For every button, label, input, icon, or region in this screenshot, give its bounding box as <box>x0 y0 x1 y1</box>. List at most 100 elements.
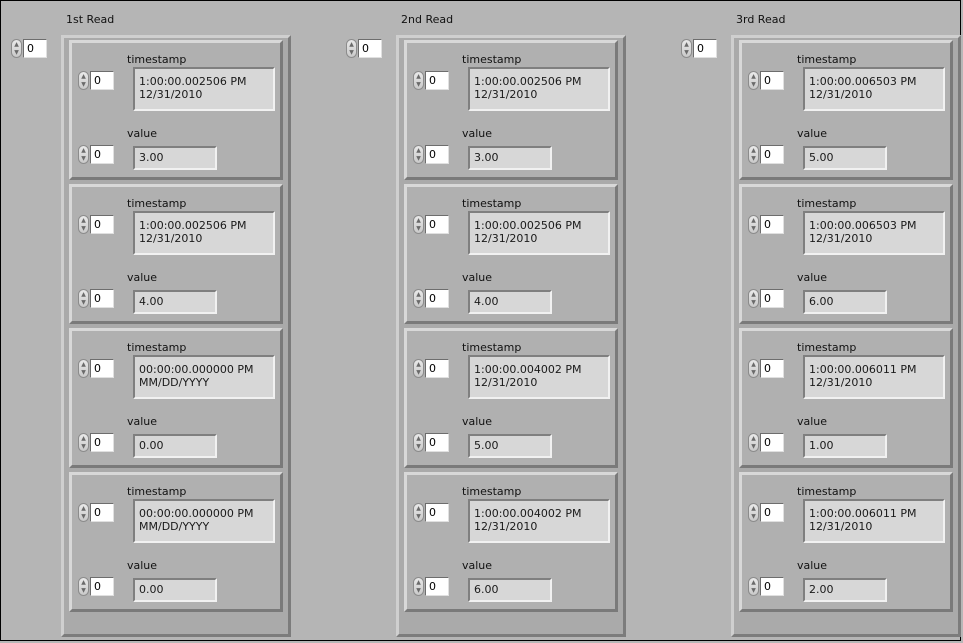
value-index-control[interactable]: ▲ ▼ 0 <box>748 432 784 453</box>
timestamp-label: timestamp <box>462 485 522 498</box>
increment-decrement-icon[interactable]: ▲ ▼ <box>681 39 692 58</box>
timestamp-time: 00:00:00.000000 PM <box>139 507 254 520</box>
column-title: 1st Read <box>66 13 115 26</box>
timestamp-index-control[interactable]: ▲ ▼ 0 <box>78 358 114 379</box>
value-index-value[interactable]: 0 <box>425 577 449 596</box>
increment-decrement-icon[interactable]: ▲ ▼ <box>78 289 89 308</box>
timestamp-time: 1:00:00.002506 PM <box>474 219 582 232</box>
increment-decrement-icon[interactable]: ▲ ▼ <box>748 503 759 522</box>
timestamp-label: timestamp <box>462 53 522 66</box>
timestamp-index-control[interactable]: ▲ ▼ 0 <box>413 358 449 379</box>
timestamp-index-value[interactable]: 0 <box>90 359 114 378</box>
value-index-control[interactable]: ▲ ▼ 0 <box>78 432 114 453</box>
increment-decrement-icon[interactable]: ▲ ▼ <box>748 71 759 90</box>
timestamp-index-control[interactable]: ▲ ▼ 0 <box>78 70 114 91</box>
increment-decrement-icon[interactable]: ▲ ▼ <box>413 433 424 452</box>
increment-decrement-icon[interactable]: ▲ ▼ <box>748 215 759 234</box>
array-index-control[interactable]: ▲ ▼ 0 <box>11 38 47 59</box>
timestamp-index-control[interactable]: ▲ ▼ 0 <box>78 502 114 523</box>
increment-decrement-icon[interactable]: ▲ ▼ <box>413 359 424 378</box>
timestamp-label: timestamp <box>127 197 187 210</box>
increment-decrement-icon[interactable]: ▲ ▼ <box>413 71 424 90</box>
value-index-value[interactable]: 0 <box>760 577 784 596</box>
value-index-value[interactable]: 0 <box>425 289 449 308</box>
timestamp-index-control[interactable]: ▲ ▼ 0 <box>748 70 784 91</box>
increment-decrement-icon[interactable]: ▲ ▼ <box>78 503 89 522</box>
value-index-control[interactable]: ▲ ▼ 0 <box>78 144 114 165</box>
timestamp-date: 12/31/2010 <box>809 376 873 389</box>
increment-decrement-icon[interactable]: ▲ ▼ <box>11 39 22 58</box>
value-index-control[interactable]: ▲ ▼ 0 <box>413 432 449 453</box>
array-index-value[interactable]: 0 <box>23 39 47 58</box>
array-index-value[interactable]: 0 <box>358 39 382 58</box>
value-index-value[interactable]: 0 <box>760 289 784 308</box>
value-index-control[interactable]: ▲ ▼ 0 <box>748 144 784 165</box>
timestamp-index-control[interactable]: ▲ ▼ 0 <box>748 214 784 235</box>
value-index-value[interactable]: 0 <box>760 433 784 452</box>
increment-decrement-icon[interactable]: ▲ ▼ <box>748 145 759 164</box>
increment-decrement-icon[interactable]: ▲ ▼ <box>413 215 424 234</box>
value-index-value[interactable]: 0 <box>90 289 114 308</box>
timestamp-index-value[interactable]: 0 <box>760 503 784 522</box>
value-index-value[interactable]: 0 <box>90 433 114 452</box>
value-index-value[interactable]: 0 <box>425 433 449 452</box>
increment-decrement-icon[interactable]: ▲ ▼ <box>413 289 424 308</box>
timestamp-index-control[interactable]: ▲ ▼ 0 <box>748 502 784 523</box>
value-indicator: 6.00 <box>803 290 887 314</box>
timestamp-index-control[interactable]: ▲ ▼ 0 <box>748 358 784 379</box>
timestamp-indicator: 1:00:00.002506 PM 12/31/2010 <box>468 67 610 111</box>
value-index-control[interactable]: ▲ ▼ 0 <box>748 288 784 309</box>
increment-decrement-icon[interactable]: ▲ ▼ <box>78 359 89 378</box>
array-index-control[interactable]: ▲ ▼ 0 <box>346 38 382 59</box>
timestamp-index-value[interactable]: 0 <box>90 503 114 522</box>
timestamp-label: timestamp <box>127 485 187 498</box>
array-index-control[interactable]: ▲ ▼ 0 <box>681 38 717 59</box>
increment-decrement-icon[interactable]: ▲ ▼ <box>748 433 759 452</box>
cluster-element: ▲ ▼ 0 timestamp 1:00:00.006011 PM 12/31/2… <box>739 328 953 468</box>
timestamp-index-value[interactable]: 0 <box>760 359 784 378</box>
value-index-control[interactable]: ▲ ▼ 0 <box>748 576 784 597</box>
value-index-value[interactable]: 0 <box>90 577 114 596</box>
increment-decrement-icon[interactable]: ▲ ▼ <box>78 433 89 452</box>
increment-decrement-icon[interactable]: ▲ ▼ <box>413 503 424 522</box>
increment-decrement-icon[interactable]: ▲ ▼ <box>78 145 89 164</box>
column-title: 3rd Read <box>736 13 786 26</box>
timestamp-label: timestamp <box>797 485 857 498</box>
timestamp-index-control[interactable]: ▲ ▼ 0 <box>413 70 449 91</box>
timestamp-time: 1:00:00.006011 PM <box>809 507 917 520</box>
timestamp-date: 12/31/2010 <box>809 232 873 245</box>
value-index-value[interactable]: 0 <box>90 145 114 164</box>
timestamp-label: timestamp <box>797 341 857 354</box>
timestamp-index-value[interactable]: 0 <box>425 359 449 378</box>
value-index-control[interactable]: ▲ ▼ 0 <box>413 288 449 309</box>
increment-decrement-icon[interactable]: ▲ ▼ <box>78 215 89 234</box>
value-index-control[interactable]: ▲ ▼ 0 <box>78 576 114 597</box>
timestamp-index-value[interactable]: 0 <box>760 215 784 234</box>
timestamp-index-value[interactable]: 0 <box>425 71 449 90</box>
timestamp-index-value[interactable]: 0 <box>90 71 114 90</box>
increment-decrement-icon[interactable]: ▲ ▼ <box>413 577 424 596</box>
column-title: 2nd Read <box>401 13 454 26</box>
increment-decrement-icon[interactable]: ▲ ▼ <box>748 359 759 378</box>
value-index-value[interactable]: 0 <box>425 145 449 164</box>
increment-decrement-icon[interactable]: ▲ ▼ <box>346 39 357 58</box>
value-index-control[interactable]: ▲ ▼ 0 <box>78 288 114 309</box>
timestamp-index-value[interactable]: 0 <box>425 503 449 522</box>
value-index-control[interactable]: ▲ ▼ 0 <box>413 576 449 597</box>
increment-decrement-icon[interactable]: ▲ ▼ <box>78 577 89 596</box>
increment-decrement-icon[interactable]: ▲ ▼ <box>78 71 89 90</box>
value-index-control[interactable]: ▲ ▼ 0 <box>413 144 449 165</box>
value-index-value[interactable]: 0 <box>760 145 784 164</box>
timestamp-index-control[interactable]: ▲ ▼ 0 <box>78 214 114 235</box>
value-label: value <box>127 271 158 284</box>
timestamp-index-value[interactable]: 0 <box>760 71 784 90</box>
increment-decrement-icon[interactable]: ▲ ▼ <box>748 577 759 596</box>
increment-decrement-icon[interactable]: ▲ ▼ <box>748 289 759 308</box>
timestamp-index-control[interactable]: ▲ ▼ 0 <box>413 214 449 235</box>
timestamp-index-control[interactable]: ▲ ▼ 0 <box>413 502 449 523</box>
increment-decrement-icon[interactable]: ▲ ▼ <box>413 145 424 164</box>
timestamp-index-value[interactable]: 0 <box>90 215 114 234</box>
array-index-value[interactable]: 0 <box>693 39 717 58</box>
timestamp-label: timestamp <box>127 53 187 66</box>
timestamp-index-value[interactable]: 0 <box>425 215 449 234</box>
